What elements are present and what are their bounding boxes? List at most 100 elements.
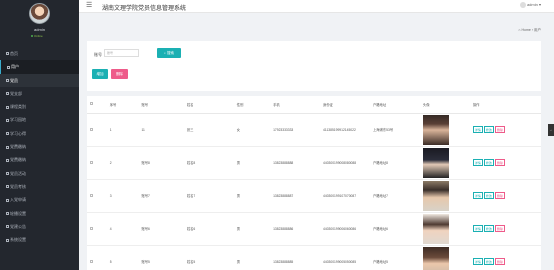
user-menu-label: admin xyxy=(526,2,538,8)
detail-button[interactable]: 详情 xyxy=(472,258,483,265)
cell-phone: 13823888888 xyxy=(273,146,324,180)
sidebar-item-label: 课程类别 xyxy=(10,104,26,110)
row-delete-button[interactable]: 删除 xyxy=(494,225,505,232)
sidebar-item[interactable]: 党费缴纳 xyxy=(0,153,79,166)
cell-name: 姓名6 xyxy=(186,212,237,246)
row-checkbox[interactable] xyxy=(90,193,93,197)
row-select-cell xyxy=(87,179,110,213)
detail-button[interactable]: 详情 xyxy=(472,225,483,232)
sidebar-item[interactable]: 轮播设置 xyxy=(0,207,79,220)
cell-account: 11 xyxy=(141,113,187,147)
chevron-down-icon: ▾ xyxy=(538,2,541,8)
menu-item-icon xyxy=(6,92,9,96)
select-all-checkbox[interactable] xyxy=(90,102,93,106)
cell-operations: 详情 修改 删除 xyxy=(472,245,541,270)
row-delete-button[interactable]: 删除 xyxy=(494,258,505,265)
cell-name: 姓名7 xyxy=(186,179,237,213)
sidebar-item[interactable]: 学习园地 xyxy=(0,113,79,126)
sidebar-item-label: 党费缴纳 xyxy=(10,144,26,150)
topbar: ☰ 湖南文理学院党员信息管理系统 admin ▾ xyxy=(79,0,554,13)
sidebar-item[interactable]: 入党申请 xyxy=(0,193,79,206)
row-select-cell xyxy=(87,113,110,147)
sidebar-user-panel: admin Online xyxy=(0,0,79,48)
cell-photo xyxy=(422,146,473,180)
cell-address: 户籍地址5 xyxy=(372,245,423,270)
cell-address: 户籍地址6 xyxy=(372,212,423,246)
sidebar-item-label: 党员活动 xyxy=(10,170,26,176)
search-button[interactable]: ⌕ 搜索 xyxy=(157,48,181,58)
sidebar-item[interactable]: 党员活动 xyxy=(0,167,79,180)
sidebar-item[interactable]: 课程类别 xyxy=(0,100,79,113)
table-row: 2 账号8 姓名8 男 13823888888 440300199008080088 户籍地… xyxy=(87,146,541,180)
search-button-label: 搜索 xyxy=(166,51,174,55)
breadcrumb-home[interactable]: Home xyxy=(522,28,531,32)
cell-gender: 男 xyxy=(236,245,274,270)
user-photo xyxy=(422,180,449,211)
delete-button[interactable]: 删除 xyxy=(111,69,128,79)
table-body: 1 11 张三女 17923333333 411385199912145022 上海浦东5… xyxy=(87,113,541,270)
cell-operations: 详情 修改 删除 xyxy=(472,146,541,180)
row-select-cell xyxy=(87,146,110,180)
detail-button[interactable]: 详情 xyxy=(472,159,483,166)
column-header: 手机 xyxy=(273,96,324,114)
cell-index: 3 xyxy=(109,179,142,213)
row-checkbox[interactable] xyxy=(90,160,93,164)
column-header: 头像 xyxy=(422,96,473,114)
cell-gender: 男 xyxy=(236,146,274,180)
online-dot-icon xyxy=(31,35,33,38)
sidebar-item[interactable]: 党支部 xyxy=(0,87,79,100)
row-delete-button[interactable]: 删除 xyxy=(494,126,505,133)
table-header: 序号 账号 姓名 性别 手机 身份证 户籍地址 头像 操作 xyxy=(87,96,541,114)
side-toggle-tab[interactable]: ‹ xyxy=(548,124,554,136)
menu-item-icon xyxy=(6,158,9,162)
row-select-cell xyxy=(87,245,110,270)
user-photo xyxy=(422,246,449,270)
search-input[interactable]: 账号 xyxy=(104,49,139,57)
sidebar-item[interactable]: 系统设置 xyxy=(0,233,79,246)
cell-address: 户籍地址8 xyxy=(372,146,423,180)
breadcrumb-separator: › xyxy=(531,28,534,32)
cell-index: 2 xyxy=(109,146,142,180)
sidebar-item[interactable]: 党建公告 xyxy=(0,220,79,233)
row-select-cell xyxy=(87,212,110,246)
sidebar-item[interactable]: 党员考核 xyxy=(0,180,79,193)
row-delete-button[interactable]: 删除 xyxy=(494,192,505,199)
table-row: 1 11 张三女 17923333333 411385199912145022 上海浦东5… xyxy=(87,113,541,147)
cell-id-card: 440300199008080088 xyxy=(323,146,373,180)
cell-account: 账号8 xyxy=(141,146,187,180)
sidebar-item[interactable]: 党员 xyxy=(0,73,79,87)
sidebar: admin Online 首页 用户 党员 党支部 课程类别 学习园地 学习心得 党费缴纳 党费… xyxy=(0,0,79,270)
edit-button[interactable]: 修改 xyxy=(483,126,494,133)
cell-name: 姓名5 xyxy=(186,245,237,270)
row-checkbox[interactable] xyxy=(90,259,93,263)
menu-item-icon xyxy=(6,79,9,83)
row-delete-button[interactable]: 删除 xyxy=(494,159,505,166)
hamburger-menu-icon[interactable]: ☰ xyxy=(86,1,92,9)
add-button[interactable]: 增加 xyxy=(92,69,108,79)
cell-phone: 13823888887 xyxy=(273,179,324,213)
detail-button[interactable]: 详情 xyxy=(472,126,483,133)
menu-item-icon xyxy=(6,238,9,242)
sidebar-item[interactable]: 党费缴纳 xyxy=(0,140,79,153)
select-all-header[interactable] xyxy=(87,96,110,114)
sidebar-item[interactable]: 首页 xyxy=(0,47,79,60)
edit-button[interactable]: 修改 xyxy=(483,192,494,199)
edit-button[interactable]: 修改 xyxy=(483,225,494,232)
user-menu[interactable]: admin ▾ xyxy=(519,2,541,8)
cell-photo xyxy=(422,179,473,213)
column-header: 账号 xyxy=(141,96,187,114)
online-status: Online xyxy=(31,34,43,38)
sidebar-item[interactable]: 用户 xyxy=(0,60,79,74)
edit-button[interactable]: 修改 xyxy=(483,258,494,265)
cell-operations: 详情 修改 删除 xyxy=(472,113,541,147)
search-panel: 账号 账号 ⌕ 搜索 增加 删除 xyxy=(87,41,541,91)
menu-item-icon xyxy=(6,145,9,149)
row-checkbox[interactable] xyxy=(90,226,93,230)
sidebar-item[interactable]: 学习心得 xyxy=(0,127,79,140)
online-text: Online xyxy=(34,34,43,38)
edit-button[interactable]: 修改 xyxy=(483,159,494,166)
detail-button[interactable]: 详情 xyxy=(472,192,483,199)
row-checkbox[interactable] xyxy=(90,127,93,131)
cell-account: 账号5 xyxy=(141,245,187,270)
column-header: 性别 xyxy=(236,96,274,114)
